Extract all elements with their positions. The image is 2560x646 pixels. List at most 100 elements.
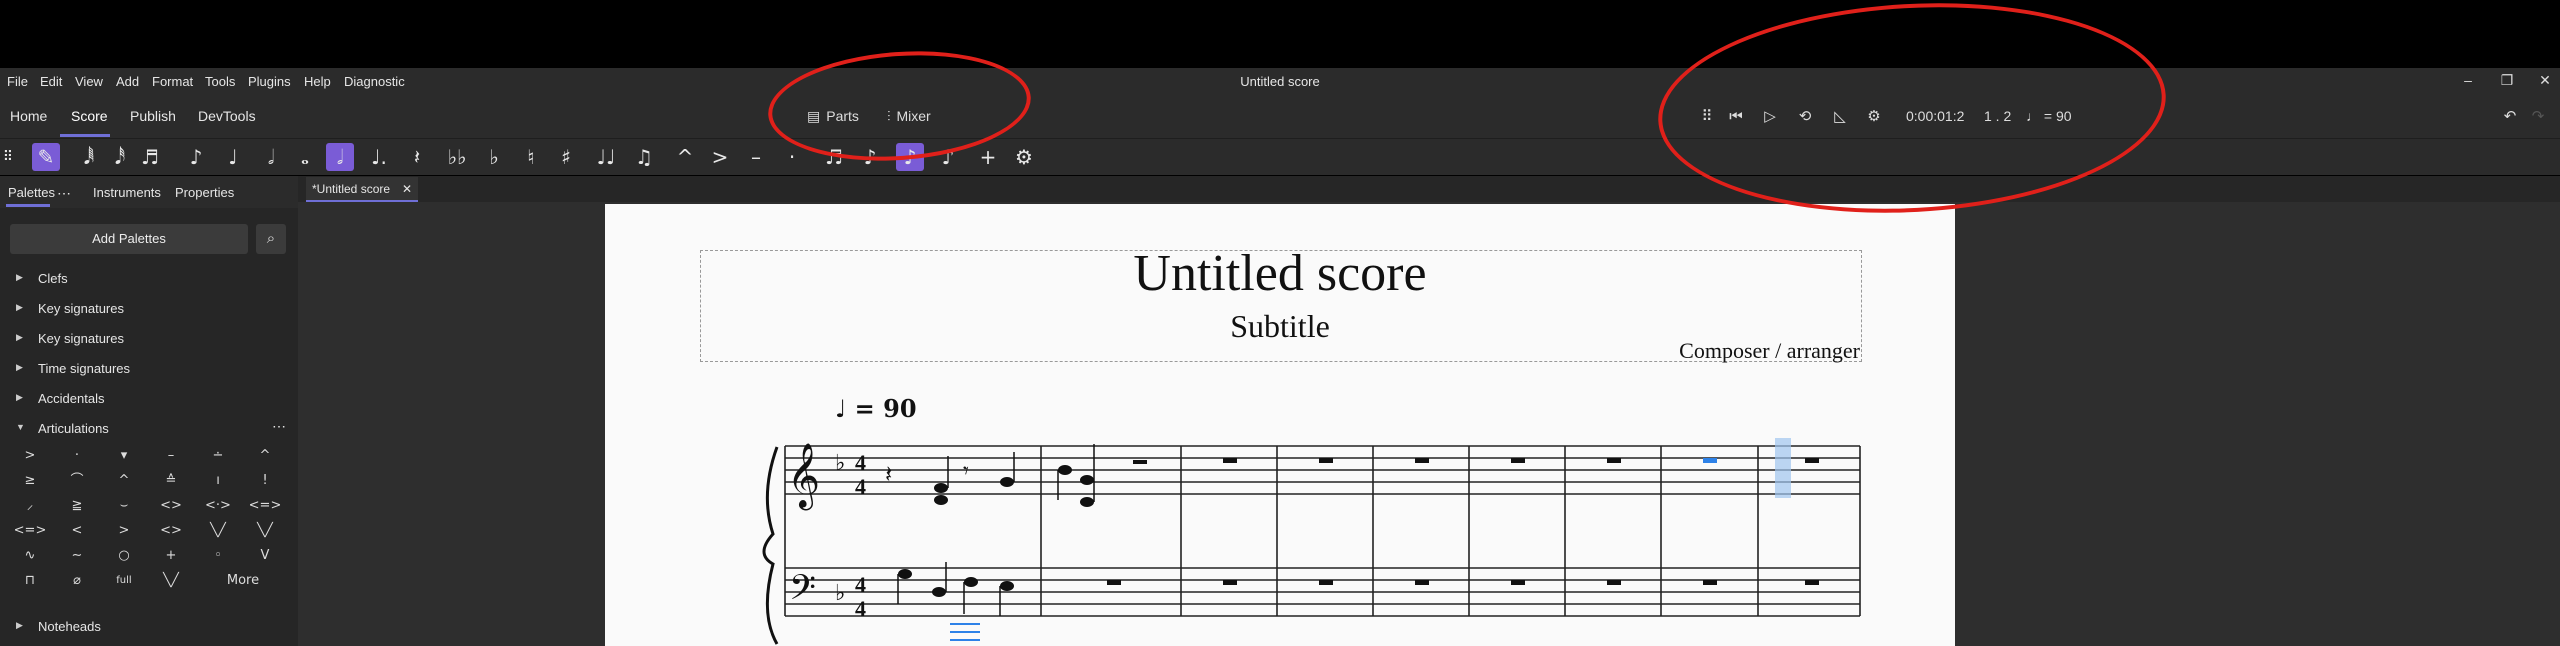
hairpin-both-icon[interactable]: <> bbox=[149, 519, 193, 543]
tab-devtools[interactable]: DevTools bbox=[198, 108, 256, 124]
rest-icon[interactable]: 𝄽 bbox=[403, 143, 431, 171]
panel-tab-instruments[interactable]: Instruments bbox=[93, 185, 161, 200]
palette-key-signatures[interactable]: ▶ Key signatures bbox=[0, 298, 298, 320]
sharp-icon[interactable]: ♯ bbox=[552, 143, 580, 171]
accent-above-icon[interactable]: > bbox=[8, 444, 52, 468]
note-head bbox=[1080, 475, 1094, 485]
document-area: *Untitled score ✕ Untitled score Subtitl… bbox=[298, 176, 2560, 646]
bend-down-icon[interactable]: ╲╱ bbox=[196, 519, 240, 543]
menu-edit[interactable]: Edit bbox=[40, 74, 62, 89]
palettes-more-icon[interactable]: ⋯ bbox=[57, 185, 71, 202]
stopped-icon[interactable]: + bbox=[149, 544, 193, 568]
palette-time-signatures[interactable]: ▶ Time signatures bbox=[0, 358, 298, 380]
menu-diagnostic[interactable]: Diagnostic bbox=[344, 74, 405, 89]
quarter-note-icon[interactable]: ♩ bbox=[219, 143, 247, 171]
tie-icon[interactable]: ♩♩ bbox=[592, 143, 620, 171]
messa-di-voce-icon[interactable]: <> bbox=[149, 494, 193, 518]
open-icon[interactable]: ○ bbox=[102, 544, 146, 568]
down-bow-icon[interactable]: ⊓ bbox=[8, 569, 52, 593]
messa-di-voce-2-icon[interactable]: <·> bbox=[196, 494, 240, 518]
louré-icon[interactable]: ∸ bbox=[196, 444, 240, 468]
selected-duration-icon[interactable]: 𝅗𝅥 bbox=[326, 143, 354, 171]
accent-icon[interactable]: > bbox=[706, 143, 734, 171]
menu-view[interactable]: View bbox=[75, 74, 103, 89]
wedge-icon[interactable]: ǃ bbox=[243, 469, 287, 493]
redo-icon[interactable]: ↷ bbox=[2528, 106, 2548, 126]
whole-rests-treble bbox=[1223, 458, 1819, 463]
menu-help[interactable]: Help bbox=[304, 74, 331, 89]
staccato-above-icon[interactable]: · bbox=[55, 444, 99, 468]
menu-add[interactable]: Add bbox=[116, 74, 139, 89]
menu-tools[interactable]: Tools bbox=[205, 74, 235, 89]
slur-icon[interactable]: ♫ bbox=[630, 143, 658, 171]
palette-key-signatures-2[interactable]: ▶ Key signatures bbox=[0, 328, 298, 350]
score-page[interactable]: Untitled score Subtitle Composer / arran… bbox=[605, 204, 1955, 646]
bend-down-2-icon[interactable]: ╲╱ bbox=[243, 519, 287, 543]
marcato-above-icon[interactable]: ^ bbox=[243, 444, 287, 468]
palette-articulations[interactable]: ▼ Articulations ⋯ bbox=[0, 418, 298, 440]
staccatissimo-icon[interactable]: ▾ bbox=[102, 444, 146, 468]
tab-publish[interactable]: Publish bbox=[130, 108, 176, 124]
eighth-note-icon[interactable]: ♪ bbox=[182, 143, 210, 171]
half-open-icon[interactable]: ⌀ bbox=[55, 569, 99, 593]
accent-staccato-icon[interactable]: ≥ bbox=[8, 469, 52, 493]
add-icon[interactable]: + bbox=[974, 143, 1002, 171]
whole-note-icon[interactable]: 𝅝 bbox=[291, 143, 319, 171]
note-head bbox=[932, 587, 946, 597]
undo-icon[interactable]: ↶ bbox=[2500, 106, 2520, 126]
document-tab[interactable]: *Untitled score ✕ bbox=[306, 177, 418, 201]
snap-pizzicato-icon[interactable]: ╲╱ bbox=[149, 569, 193, 593]
toolbar-handle-icon[interactable]: ⠿ bbox=[0, 143, 16, 171]
menu-file[interactable]: File bbox=[7, 74, 28, 89]
fermata-down-icon[interactable]: ⌣ bbox=[102, 494, 146, 518]
note-head bbox=[1080, 497, 1094, 507]
flat-icon[interactable]: ♭ bbox=[480, 143, 508, 171]
menu-format[interactable]: Format bbox=[152, 74, 193, 89]
close-tab-icon[interactable]: ✕ bbox=[402, 177, 412, 201]
double-flat-icon[interactable]: ♭♭ bbox=[443, 143, 471, 171]
vibrato-icon[interactable]: ∿ bbox=[8, 544, 52, 568]
restore-icon[interactable]: ❐ bbox=[2497, 72, 2517, 90]
wavy-icon[interactable]: ∼ bbox=[55, 544, 99, 568]
tenuto-icon[interactable]: – bbox=[742, 143, 770, 171]
marcato-tenuto-icon[interactable]: ≙ bbox=[149, 469, 193, 493]
crescendo-icon[interactable]: < bbox=[55, 519, 99, 543]
add-palettes-button[interactable]: Add Palettes bbox=[10, 224, 248, 254]
marcato-staccato-icon[interactable]: ^ bbox=[102, 469, 146, 493]
panel-tab-properties[interactable]: Properties bbox=[175, 185, 234, 200]
natural-icon[interactable]: ♮ bbox=[517, 143, 545, 171]
articulations-more-icon[interactable]: ⋯ bbox=[272, 418, 286, 435]
note-input-pen-icon[interactable]: ✎ bbox=[32, 143, 60, 171]
close-window-icon[interactable]: ✕ bbox=[2535, 72, 2555, 90]
spiccato-icon[interactable]: ⸝ bbox=[8, 494, 52, 518]
harmonic-icon[interactable]: ◦ bbox=[196, 544, 240, 568]
toolbar-settings-icon[interactable]: ⚙ bbox=[1010, 143, 1038, 171]
minimize-icon[interactable]: – bbox=[2458, 72, 2478, 90]
accent-tenuto-icon[interactable]: ≧ bbox=[55, 494, 99, 518]
tenuto-above-icon[interactable]: – bbox=[149, 444, 193, 468]
tab-home[interactable]: Home bbox=[10, 108, 47, 124]
augmentation-dot-icon[interactable]: ♩. bbox=[365, 143, 393, 171]
diminuendo-icon[interactable]: > bbox=[102, 519, 146, 543]
palette-clefs[interactable]: ▶ Clefs bbox=[0, 268, 298, 290]
swell-icon[interactable]: <=> bbox=[8, 519, 52, 543]
panel-tab-palettes[interactable]: Palettes bbox=[8, 185, 55, 200]
up-bow-icon[interactable]: V bbox=[243, 544, 287, 568]
palette-search-icon[interactable]: ⌕ bbox=[256, 224, 286, 254]
palette-accidentals[interactable]: ▶ Accidentals bbox=[0, 388, 298, 410]
full-bend-icon[interactable]: full bbox=[102, 569, 146, 593]
palette-noteheads[interactable]: ▶ Noteheads bbox=[0, 616, 298, 638]
articulations-more-button[interactable]: More bbox=[208, 569, 278, 593]
resize-handle-icon bbox=[950, 623, 980, 641]
32nd-note-icon[interactable]: 𝅘𝅥𝅰 bbox=[106, 143, 134, 171]
fermata-up-icon[interactable]: ⌒ bbox=[55, 469, 99, 493]
stress-icon[interactable]: ı bbox=[196, 469, 240, 493]
messa-di-voce-3-icon[interactable]: <=> bbox=[243, 494, 287, 518]
marcato-icon[interactable]: ^ bbox=[671, 143, 699, 171]
menu-plugins[interactable]: Plugins bbox=[248, 74, 291, 89]
16th-note-icon[interactable]: ♬ bbox=[136, 143, 164, 171]
64th-note-icon[interactable]: 𝅘𝅥𝅱 bbox=[75, 143, 103, 171]
half-note-icon[interactable]: 𝅗𝅥 bbox=[257, 143, 285, 171]
tab-score[interactable]: Score bbox=[71, 108, 108, 124]
score-staff-system: 𝄞 𝄢 ♭ ♭ 4 4 4 4 𝄽 𝄾 bbox=[762, 438, 1861, 645]
